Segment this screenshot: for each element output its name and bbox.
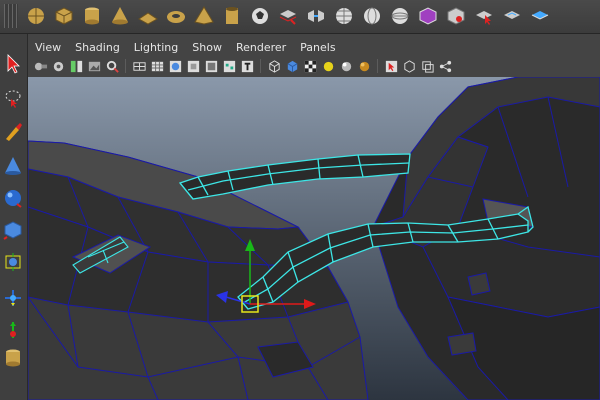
menu-view[interactable]: View (28, 41, 68, 54)
shelf-grip[interactable] (4, 4, 18, 28)
lights-icon[interactable] (338, 58, 354, 74)
viewport[interactable] (28, 77, 600, 400)
cube-icon[interactable] (52, 2, 76, 30)
isolate-select-icon[interactable] (383, 58, 399, 74)
sphere-uv-icon[interactable] (332, 2, 356, 30)
menu-show[interactable]: Show (185, 41, 229, 54)
flat-shade-icon[interactable] (185, 58, 201, 74)
cylinder-icon[interactable] (80, 2, 104, 30)
text-icon[interactable] (239, 58, 255, 74)
select-cursor-icon[interactable] (472, 2, 496, 30)
menu-panels[interactable]: Panels (293, 41, 342, 54)
bridge-icon[interactable] (304, 2, 328, 30)
plane-icon[interactable] (136, 2, 160, 30)
toolbar-separator (377, 59, 378, 73)
sphere-tool-icon[interactable] (1, 184, 25, 212)
cone-tool-icon[interactable] (1, 152, 25, 180)
menu-renderer[interactable]: Renderer (229, 41, 293, 54)
toolbar-separator (125, 59, 126, 73)
uv-planar-icon[interactable] (528, 2, 552, 30)
merge-icon[interactable] (444, 2, 468, 30)
soccer-ball-icon[interactable] (248, 2, 272, 30)
camera-attributes-icon[interactable] (50, 58, 66, 74)
shaded-cube-icon[interactable] (284, 58, 300, 74)
uv-editor-icon[interactable] (500, 2, 524, 30)
camera-select-icon[interactable] (32, 58, 48, 74)
menu-lighting[interactable]: Lighting (127, 41, 185, 54)
shelf (0, 0, 600, 34)
move-manipulator-icon[interactable] (1, 284, 25, 312)
select-tool-icon[interactable] (1, 50, 25, 78)
xray-components-icon[interactable] (437, 58, 453, 74)
2d-pan-zoom-icon[interactable] (104, 58, 120, 74)
image-plane-icon[interactable] (86, 58, 102, 74)
panel-menubar: View Shading Lighting Show Renderer Panels (28, 38, 600, 56)
cone-icon[interactable] (108, 2, 132, 30)
cylinder-tool-icon[interactable] (1, 344, 25, 372)
mesh-detail-icon[interactable] (388, 2, 412, 30)
cube-tool-icon[interactable] (1, 216, 25, 244)
shadows-icon[interactable] (356, 58, 372, 74)
lasso-tool-icon[interactable] (1, 84, 25, 112)
wireframe-icon[interactable] (131, 58, 147, 74)
toolbar-separator (260, 59, 261, 73)
textured-icon[interactable] (221, 58, 237, 74)
paint-tool-icon[interactable] (1, 118, 25, 146)
bookmark-icon[interactable] (68, 58, 84, 74)
checker-icon[interactable] (302, 58, 318, 74)
grid-icon[interactable] (149, 58, 165, 74)
pyramid-icon[interactable] (192, 2, 216, 30)
xray-joints-icon[interactable] (419, 58, 435, 74)
torus-icon[interactable] (164, 2, 188, 30)
sphere-icon[interactable] (24, 2, 48, 30)
mesh-icon[interactable] (360, 2, 384, 30)
bounding-box-icon[interactable] (203, 58, 219, 74)
rotate-manipulator-icon[interactable] (1, 316, 25, 344)
smooth-shade-icon[interactable] (167, 58, 183, 74)
shelf-icons (24, 2, 552, 30)
panel-toolbar (28, 56, 600, 76)
toolbox (0, 34, 28, 400)
menu-shading[interactable]: Shading (68, 41, 127, 54)
texture-box-icon[interactable] (416, 2, 440, 30)
pipe-icon[interactable] (220, 2, 244, 30)
scale-box-icon[interactable] (1, 248, 25, 276)
default-light-icon[interactable] (320, 58, 336, 74)
xray-icon[interactable] (401, 58, 417, 74)
wire-cube-icon[interactable] (266, 58, 282, 74)
extrude-icon[interactable] (276, 2, 300, 30)
